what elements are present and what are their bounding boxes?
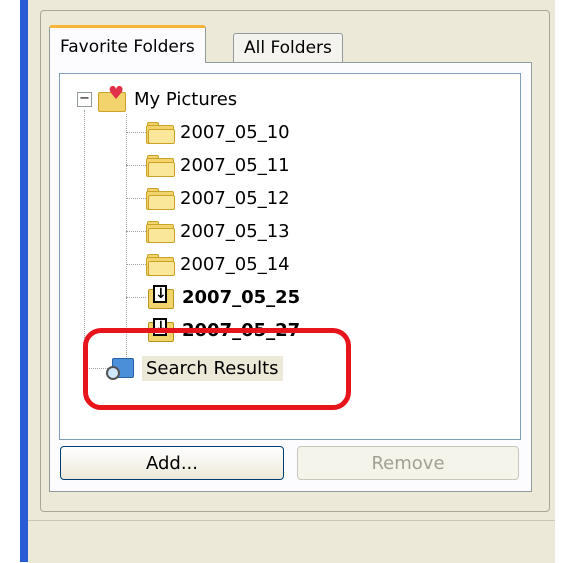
tree-line (126, 297, 146, 298)
tree-line (126, 198, 146, 199)
background-right (555, 0, 561, 562)
tree-line (126, 132, 146, 133)
folder-icon (146, 122, 175, 144)
tree-item-label: 2007_05_11 (180, 154, 290, 176)
tab-favorite-folders[interactable]: Favorite Folders (49, 25, 206, 63)
tree-item-folder[interactable]: 2007_05_11 (146, 150, 290, 180)
tree-item-my-pictures[interactable]: − ♥ My Pictures (77, 84, 237, 114)
remove-button[interactable]: Remove (297, 446, 519, 480)
tree-item-label: 2007_05_25 (182, 286, 301, 308)
tab-all-folders[interactable]: All Folders (233, 33, 343, 63)
status-bar (28, 520, 555, 563)
tree-line (126, 165, 146, 166)
sync-folder-icon: ↓ (148, 285, 174, 309)
tree-line (126, 264, 146, 265)
collapse-icon[interactable]: − (77, 91, 92, 107)
tree-line (84, 110, 85, 368)
add-button[interactable]: Add... (60, 446, 284, 480)
annotation-highlight (83, 328, 351, 410)
tree-item-folder[interactable]: 2007_05_14 (146, 249, 290, 279)
tree-item-label: 2007_05_10 (180, 121, 290, 143)
my-pictures-icon: ♥ (98, 85, 128, 112)
folder-icon (146, 188, 175, 210)
folder-icon (146, 155, 175, 177)
tree-item-folder[interactable]: 2007_05_10 (146, 117, 290, 147)
background-left (0, 0, 20, 562)
folder-icon (146, 254, 175, 276)
tree-item-label: My Pictures (134, 88, 238, 110)
tree-item-label: 2007_05_12 (180, 187, 290, 209)
folder-icon (146, 221, 175, 243)
tree-item-label: 2007_05_14 (180, 253, 290, 275)
window-edge (20, 0, 28, 562)
tree-line (126, 231, 146, 232)
tree-line (126, 114, 127, 361)
tree-item-folder[interactable]: ↓ 2007_05_25 (148, 282, 300, 312)
tree-item-folder[interactable]: 2007_05_12 (146, 183, 290, 213)
tree-item-folder[interactable]: 2007_05_13 (146, 216, 290, 246)
tree-item-label: 2007_05_13 (180, 220, 290, 242)
